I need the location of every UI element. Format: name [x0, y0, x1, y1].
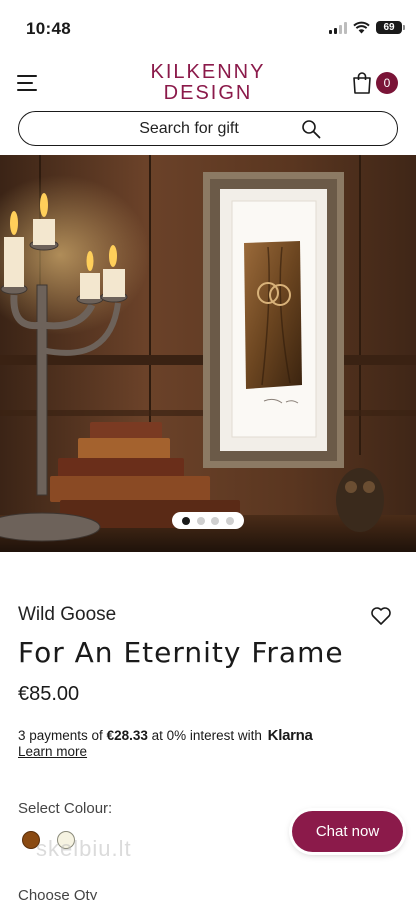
search-icon[interactable]	[301, 119, 321, 139]
site-header: KILKENNY DESIGN 0	[0, 58, 416, 110]
klarna-learn-more-link[interactable]: Learn more	[18, 744, 87, 759]
select-colour-label: Select Colour:	[18, 800, 113, 817]
klarna-amount: €28.33	[106, 728, 148, 743]
product-price: €85.00	[18, 683, 80, 705]
status-icons: 69	[329, 21, 405, 34]
product-image-carousel[interactable]	[0, 155, 416, 552]
klarna-payment-info: 3 payments of €28.33 at 0% interest with…	[18, 727, 313, 744]
klarna-logo: Klarna	[267, 727, 313, 744]
shopping-bag-icon[interactable]	[352, 72, 372, 94]
choose-qty-label: Choose Qty	[18, 887, 98, 900]
product-brand[interactable]: Wild Goose	[18, 604, 116, 626]
cart-count-badge[interactable]: 0	[376, 72, 398, 94]
carousel-dot-4[interactable]	[225, 516, 234, 525]
klarna-prefix: 3 payments of	[18, 728, 107, 743]
status-bar: 10:48 69	[0, 0, 416, 58]
watermark: skelbiu.lt	[36, 836, 132, 861]
wifi-icon	[353, 21, 370, 34]
signal-icon	[329, 21, 347, 34]
carousel-dot-2[interactable]	[196, 516, 205, 525]
battery-icon: 69	[376, 21, 405, 34]
carousel-dots[interactable]	[172, 512, 244, 529]
klarna-suffix: at 0% interest with	[147, 728, 266, 743]
status-time: 10:48	[26, 19, 71, 38]
search-bar[interactable]: Search for gift	[18, 111, 398, 146]
carousel-dot-1[interactable]	[182, 516, 191, 525]
product-photo	[0, 155, 416, 552]
chat-now-button[interactable]: Chat now	[292, 811, 403, 852]
product-title: For An Eternity Frame	[18, 636, 344, 669]
carousel-dot-3[interactable]	[211, 516, 220, 525]
wishlist-heart-icon[interactable]	[370, 606, 392, 626]
